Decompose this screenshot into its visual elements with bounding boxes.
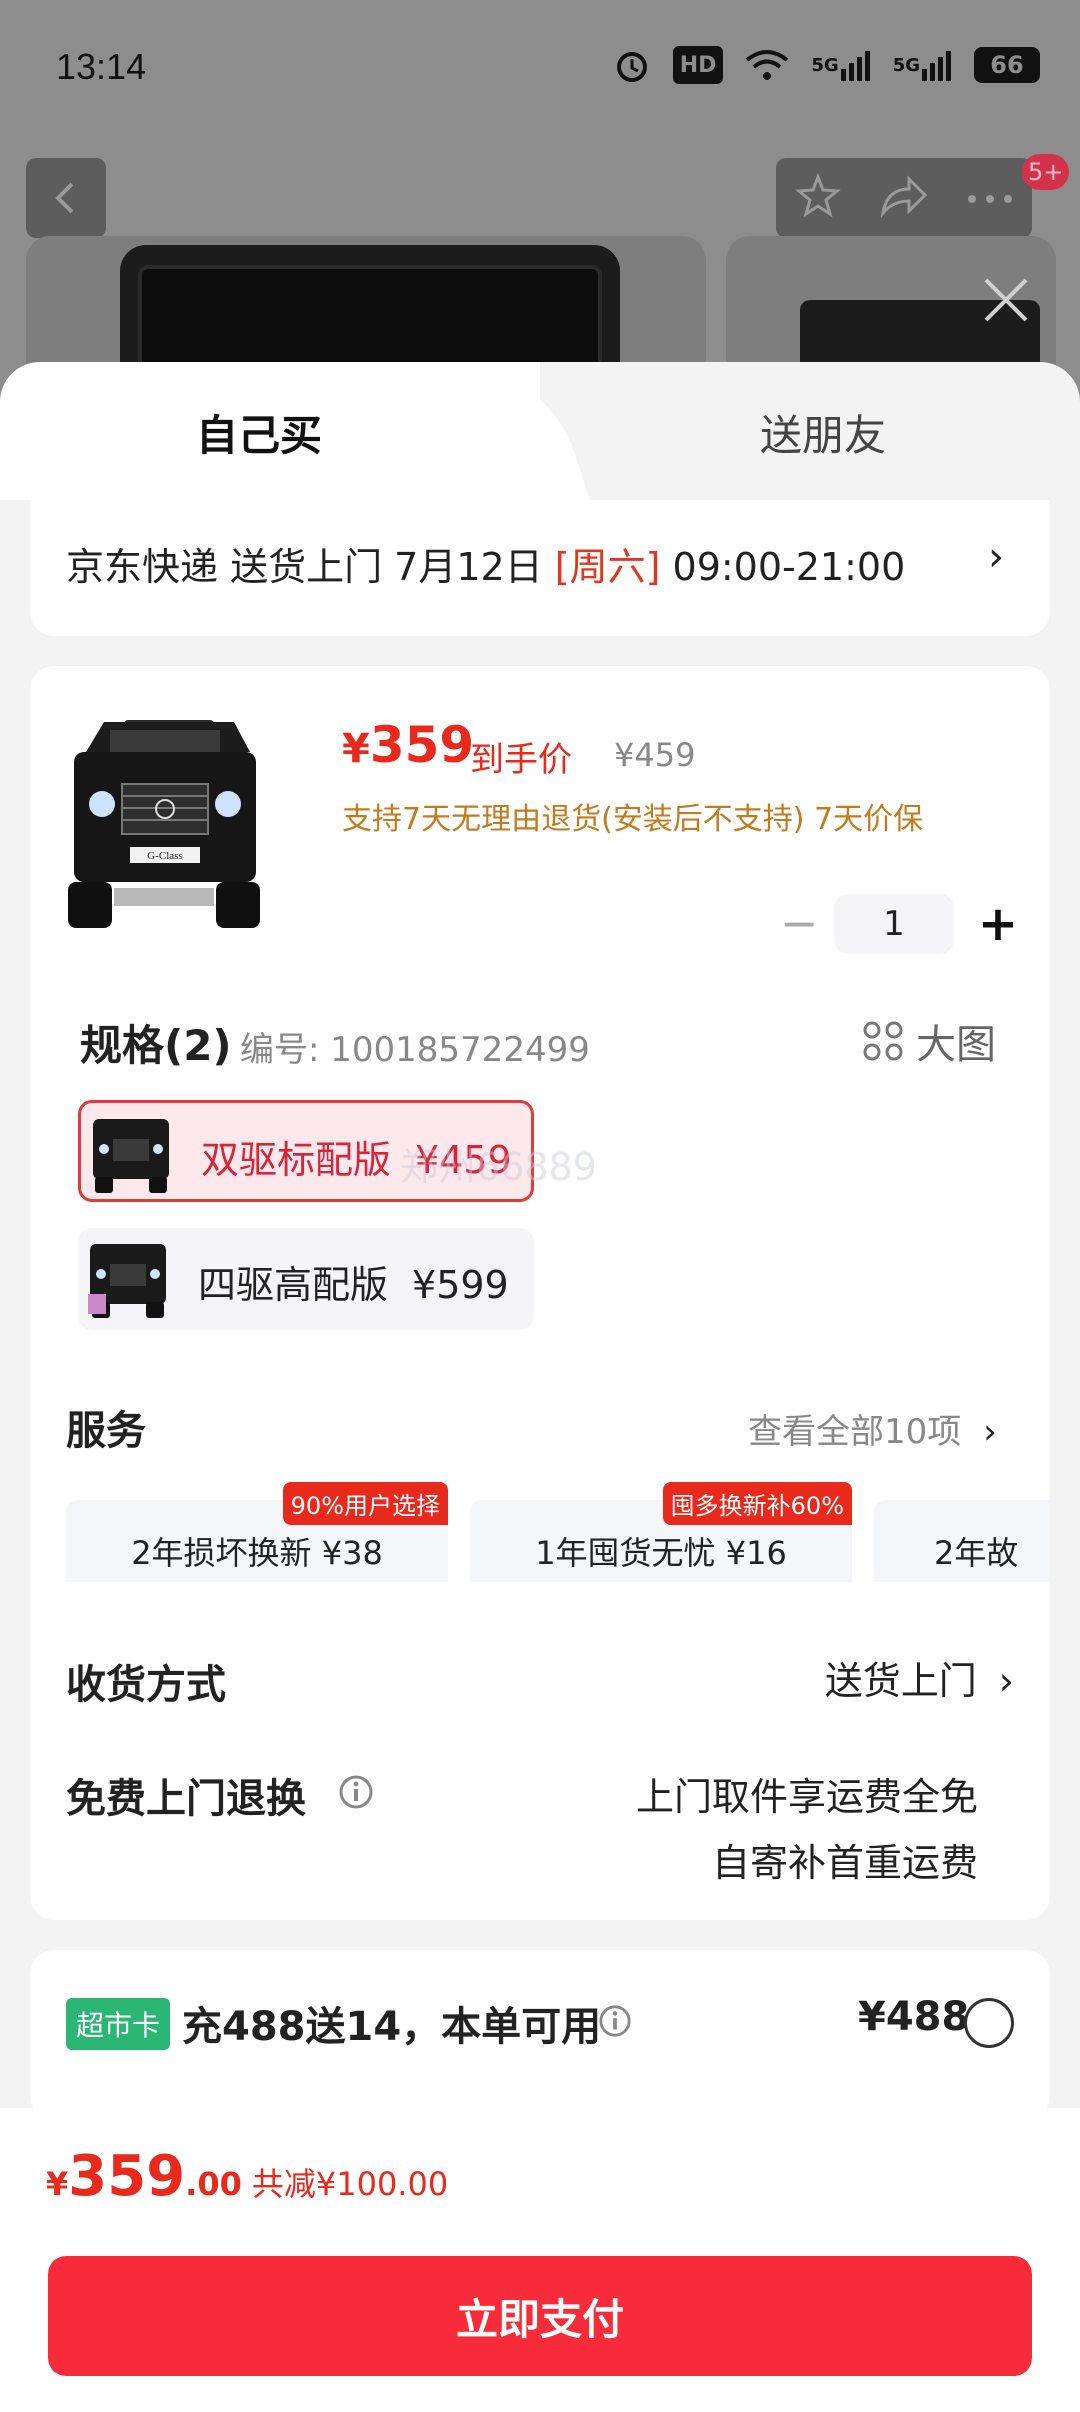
quantity-input[interactable]: 1 [834, 894, 954, 954]
card-badge: 超市卡 [66, 1998, 171, 2050]
checkout-footer: ¥359.00 共减¥100.00 立即支付 [0, 2108, 1080, 2412]
service-chip[interactable]: 2年故 [874, 1500, 1050, 1582]
signal-5g-icon-2: 5G [893, 46, 952, 84]
shipping-method-title: 收货方式 [66, 1662, 226, 1708]
info-icon[interactable] [598, 2004, 632, 2038]
shipping-method-value[interactable]: 送货上门 › [825, 1650, 1014, 1705]
tab-buy-self[interactable]: 自己买 [196, 402, 322, 463]
price-current: ¥359 [342, 716, 475, 774]
card-offer-title: 充488送14，本单可用 [182, 2004, 602, 2050]
price-original: ¥459 [614, 736, 696, 774]
share-icon [880, 175, 928, 219]
total-price: ¥359.00 共减¥100.00 [46, 2144, 449, 2209]
free-return-title: 免费上门退换 [66, 1776, 306, 1822]
purchase-sheet: 自己买 送朋友 京东快递 送货上门 7月12日 [周六] 09:00-21:00… [0, 362, 1080, 2412]
return-policy: 支持7天无理由退货(安装后不支持) 7天价保 [342, 802, 924, 837]
spec-title: 规格(2) [80, 1021, 232, 1070]
info-icon[interactable] [338, 1774, 374, 1810]
more-dots-icon [968, 194, 1012, 203]
chevron-right-icon: › [983, 1412, 997, 1452]
signal-5g-icon-1: 5G [811, 46, 870, 84]
services-view-all[interactable]: 查看全部10项 › [748, 1404, 997, 1453]
product-card: G-Class ¥359 到手价 ¥459 支持7天无理由退货(安装后不支持) … [30, 666, 1050, 1920]
price-label: 到手价 [470, 740, 572, 780]
status-icons: HD 5G 5G 66 [613, 46, 1040, 84]
quantity-decrease-button[interactable]: − [774, 896, 824, 950]
back-button[interactable] [26, 158, 106, 238]
tab-gift-friend[interactable]: 送朋友 [760, 402, 886, 463]
card-offer-radio[interactable] [964, 1998, 1014, 2048]
watermark: 郑州66889 [400, 1145, 597, 1189]
pay-now-button[interactable]: 立即支付 [48, 2256, 1032, 2376]
alarm-icon [613, 46, 651, 84]
product-code: 编号: 100185722499 [240, 1030, 590, 1070]
message-count-badge: 5+ [1022, 154, 1070, 190]
hd-icon: HD [672, 46, 724, 84]
services-list: 2年损坏换新 ¥38 90%用户选择 1年囤货无忧 ¥16 囤多换新补60% 2… [66, 1462, 1050, 1582]
delivery-text: 京东快递 送货上门 7月12日 [周六] 09:00-21:00 [66, 545, 906, 589]
svg-text:G-Class: G-Class [147, 850, 182, 862]
chevron-left-icon [55, 182, 74, 214]
star-icon [795, 172, 841, 218]
status-time: 13:14 [56, 46, 147, 87]
total-saving: 共减¥100.00 [251, 2165, 449, 2203]
service-chip[interactable]: 1年囤货无忧 ¥16 囤多换新补60% [470, 1482, 852, 1582]
grid-icon [863, 1021, 903, 1061]
card-offer-price: ¥488 [858, 1994, 970, 2040]
sku-thumbnail [93, 1119, 169, 1193]
sku-thumbnail [88, 1244, 166, 1318]
delivery-info-row[interactable]: 京东快递 送货上门 7月12日 [周六] 09:00-21:00 › [30, 500, 1050, 636]
chevron-right-icon: › [998, 1659, 1014, 1703]
more-button[interactable] [967, 189, 1013, 208]
battery-icon: 66 [974, 47, 1040, 83]
quantity-increase-button[interactable]: + [968, 894, 1028, 954]
free-return-line2: 自寄补首重运费 [711, 1841, 978, 1885]
free-return-line1: 上门取件享运费全免 [635, 1775, 978, 1819]
purchase-tabs: 自己买 送朋友 [0, 362, 1080, 500]
service-tag: 90%用户选择 [282, 1482, 448, 1525]
supermarket-card-offer[interactable]: 超市卡 充488送14，本单可用 ¥488 [30, 1950, 1050, 2120]
favorite-button[interactable] [795, 172, 841, 223]
chevron-right-icon: › [988, 534, 1004, 580]
services-title: 服务 [66, 1408, 146, 1454]
big-picture-button[interactable]: 大图 [862, 1012, 996, 1070]
service-chip[interactable]: 2年损坏换新 ¥38 90%用户选择 [66, 1482, 448, 1582]
delivery-weekday: [周六] [554, 545, 661, 589]
top-action-group [776, 158, 1032, 238]
sku-option-4wd[interactable]: 四驱高配版 ¥599 [78, 1228, 534, 1330]
share-button[interactable] [879, 173, 929, 223]
status-bar: 13:14 HD 5G 5G 66 [0, 0, 1080, 140]
wifi-icon [745, 46, 789, 84]
product-thumbnail[interactable]: G-Class [64, 712, 264, 932]
service-tag: 囤多换新补60% [662, 1482, 852, 1525]
close-icon[interactable] [976, 270, 1036, 330]
